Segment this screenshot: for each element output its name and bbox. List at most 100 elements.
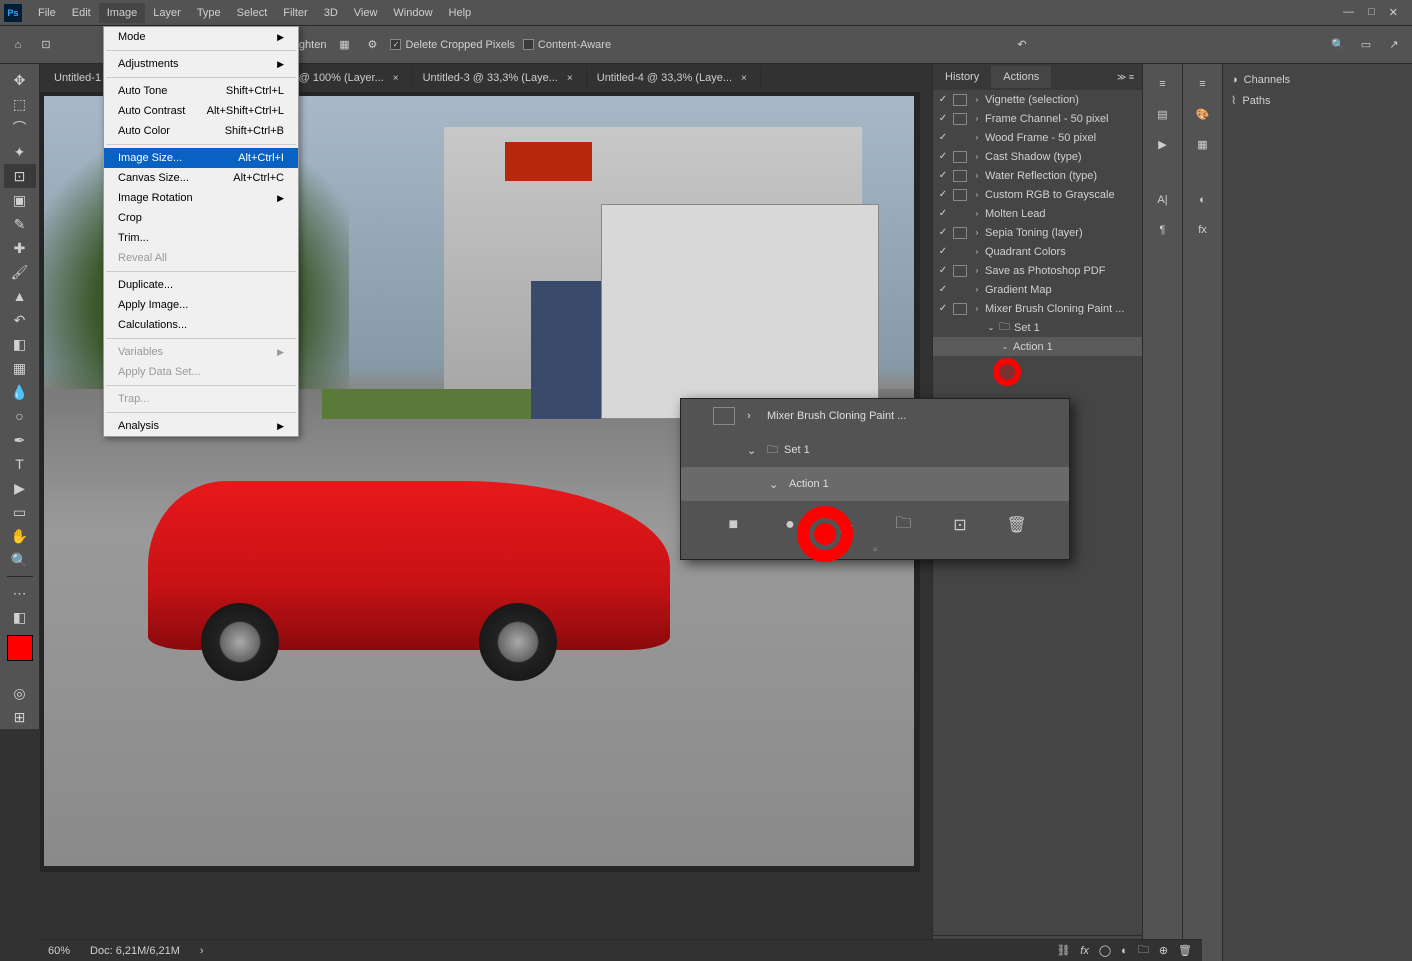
styles-icon[interactable]: fx xyxy=(1189,218,1217,242)
zoom-tool[interactable]: 🔍 xyxy=(4,548,36,572)
close-icon[interactable]: × xyxy=(738,73,750,84)
magic-wand-tool[interactable]: ✦ xyxy=(4,140,36,164)
action-row[interactable]: ✓›Wood Frame - 50 pixel xyxy=(933,128,1142,147)
action-row[interactable]: ✓›Mixer Brush Cloning Paint ... xyxy=(933,299,1142,318)
para-panel-icon[interactable]: ¶ xyxy=(1149,218,1177,242)
crop-tool-icon[interactable]: ⊡ xyxy=(36,35,56,55)
action-row[interactable]: ✓›Sepia Toning (layer) xyxy=(933,223,1142,242)
path-select-tool[interactable]: ▶ xyxy=(4,476,36,500)
doctab[interactable]: Untitled-3 @ 33,3% (Laye...× xyxy=(413,67,587,89)
menu-item-analysis[interactable]: Analysis▶ xyxy=(104,416,298,436)
menu-filter[interactable]: Filter xyxy=(275,3,315,23)
grid-icon[interactable]: ▦ xyxy=(334,35,354,55)
close-icon[interactable]: ✕ xyxy=(1389,6,1398,19)
action-row[interactable]: ✓›Water Reflection (type) xyxy=(933,166,1142,185)
home-icon[interactable]: ⌂ xyxy=(8,35,28,55)
trash-icon[interactable]: 🗑 xyxy=(1006,514,1028,536)
stamp-tool[interactable]: ▲ xyxy=(4,284,36,308)
menu-file[interactable]: File xyxy=(30,3,64,23)
lasso-tool[interactable]: ⌒ xyxy=(4,116,36,140)
adj-layer-icon[interactable]: ◐ xyxy=(1121,945,1128,957)
edit-toolbar-icon[interactable]: ⋯ xyxy=(4,581,36,605)
panel-drag-icon[interactable]: ≡ xyxy=(1149,72,1177,96)
menu-layer[interactable]: Layer xyxy=(145,3,189,23)
stop-icon[interactable]: ■ xyxy=(722,514,744,536)
channels-panel-button[interactable]: ◑ Channels xyxy=(1229,70,1406,90)
menu-3d[interactable]: 3D xyxy=(316,3,346,23)
frame-tool[interactable]: ▣ xyxy=(4,188,36,212)
share-icon[interactable]: ↗ xyxy=(1384,35,1404,55)
libraries-icon[interactable]: ▤ xyxy=(1149,102,1177,126)
menu-item-image-size-[interactable]: Image Size...Alt+Ctrl+I xyxy=(104,148,298,168)
tab-history[interactable]: History xyxy=(933,66,991,88)
menu-item-calculations-[interactable]: Calculations... xyxy=(104,315,298,335)
color-fg-bg[interactable]: ◧ xyxy=(4,605,36,629)
fx-icon[interactable]: fx xyxy=(1080,945,1089,957)
action-row[interactable]: ✓›Vignette (selection) xyxy=(933,90,1142,109)
group-icon[interactable]: 🗀 xyxy=(1138,941,1149,960)
action-row[interactable]: ✓›Custom RGB to Grayscale xyxy=(933,185,1142,204)
gradient-tool[interactable]: ▦ xyxy=(4,356,36,380)
panel-drag-icon[interactable]: ≡ xyxy=(1189,72,1217,96)
foreground-color[interactable] xyxy=(7,635,33,661)
brush-tool[interactable]: 🖌 xyxy=(4,260,36,284)
zoom-action-row[interactable]: ⌄Action 1 xyxy=(681,467,1069,501)
dodge-tool[interactable]: ○ xyxy=(4,404,36,428)
zoom-action-row[interactable]: ›Mixer Brush Cloning Paint ... xyxy=(681,399,1069,433)
eyedropper-tool[interactable]: ✎ xyxy=(4,212,36,236)
maximize-icon[interactable]: □ xyxy=(1368,6,1375,19)
close-icon[interactable]: × xyxy=(564,73,576,84)
action-row[interactable]: ⌄🗀Set 1 xyxy=(933,318,1142,337)
doc-info[interactable]: Doc: 6,21M/6,21M xyxy=(90,945,180,957)
tab-actions[interactable]: Actions xyxy=(991,66,1051,88)
action-row[interactable]: ✓›Cast Shadow (type) xyxy=(933,147,1142,166)
action-row[interactable]: ⌄Action 1 xyxy=(933,337,1142,356)
menu-item-auto-contrast[interactable]: Auto ContrastAlt+Shift+Ctrl+L xyxy=(104,101,298,121)
menu-item-duplicate-[interactable]: Duplicate... xyxy=(104,275,298,295)
menu-item-auto-color[interactable]: Auto ColorShift+Ctrl+B xyxy=(104,121,298,141)
paths-panel-button[interactable]: ⌇ Paths xyxy=(1229,90,1406,111)
panel-flyout-icon[interactable]: ≫ ≡ xyxy=(1117,72,1142,83)
eraser-tool[interactable]: ◧ xyxy=(4,332,36,356)
zoom-level[interactable]: 60% xyxy=(48,945,70,957)
menu-item-trim-[interactable]: Trim... xyxy=(104,228,298,248)
delete-cropped-checkbox[interactable]: ✓Delete Cropped Pixels xyxy=(390,39,514,51)
menu-edit[interactable]: Edit xyxy=(64,3,99,23)
adjustments-icon[interactable]: ◐ xyxy=(1189,188,1217,212)
menu-item-canvas-size-[interactable]: Canvas Size...Alt+Ctrl+C xyxy=(104,168,298,188)
gear-icon[interactable]: ⚙ xyxy=(362,35,382,55)
menu-help[interactable]: Help xyxy=(441,3,480,23)
menu-item-mode[interactable]: Mode▶ xyxy=(104,27,298,47)
quickmask-tool[interactable]: ◎ xyxy=(4,681,36,705)
action-row[interactable]: ✓›Quadrant Colors xyxy=(933,242,1142,261)
content-aware-checkbox[interactable]: Content-Aware xyxy=(523,39,611,51)
healing-tool[interactable]: ✚ xyxy=(4,236,36,260)
play-panel-icon[interactable]: ▶ xyxy=(1149,132,1177,156)
history-brush-tool[interactable]: ↶ xyxy=(4,308,36,332)
doctab[interactable]: Untitled-4 @ 33,3% (Laye...× xyxy=(587,67,761,89)
new-icon[interactable]: ⊡ xyxy=(949,514,971,536)
workspace-icon[interactable]: ▭ xyxy=(1356,35,1376,55)
menu-item-adjustments[interactable]: Adjustments▶ xyxy=(104,54,298,74)
menu-select[interactable]: Select xyxy=(229,3,276,23)
delete-layer-icon[interactable]: 🗑 xyxy=(1178,944,1192,957)
action-row[interactable]: ✓›Save as Photoshop PDF xyxy=(933,261,1142,280)
screenmode-tool[interactable]: ⊞ xyxy=(4,705,36,729)
new-layer-icon[interactable]: ⊕ xyxy=(1159,944,1168,957)
info-arrow-icon[interactable]: › xyxy=(200,945,204,957)
action-row[interactable]: ✓›Gradient Map xyxy=(933,280,1142,299)
search-icon[interactable]: 🔍 xyxy=(1328,35,1348,55)
menu-view[interactable]: View xyxy=(346,3,386,23)
type-tool[interactable]: T xyxy=(4,452,36,476)
action-row[interactable]: ✓›Molten Lead xyxy=(933,204,1142,223)
action-row[interactable]: ✓›Frame Channel - 50 pixel xyxy=(933,109,1142,128)
link-icon[interactable]: ⛓ xyxy=(1056,944,1070,957)
pen-tool[interactable]: ✒ xyxy=(4,428,36,452)
menu-item-auto-tone[interactable]: Auto ToneShift+Ctrl+L xyxy=(104,81,298,101)
menu-image[interactable]: Image xyxy=(99,3,146,23)
menu-window[interactable]: Window xyxy=(385,3,440,23)
menu-type[interactable]: Type xyxy=(189,3,229,23)
blur-tool[interactable]: 💧 xyxy=(4,380,36,404)
move-tool[interactable]: ✥ xyxy=(4,68,36,92)
marquee-tool[interactable]: ⬚ xyxy=(4,92,36,116)
